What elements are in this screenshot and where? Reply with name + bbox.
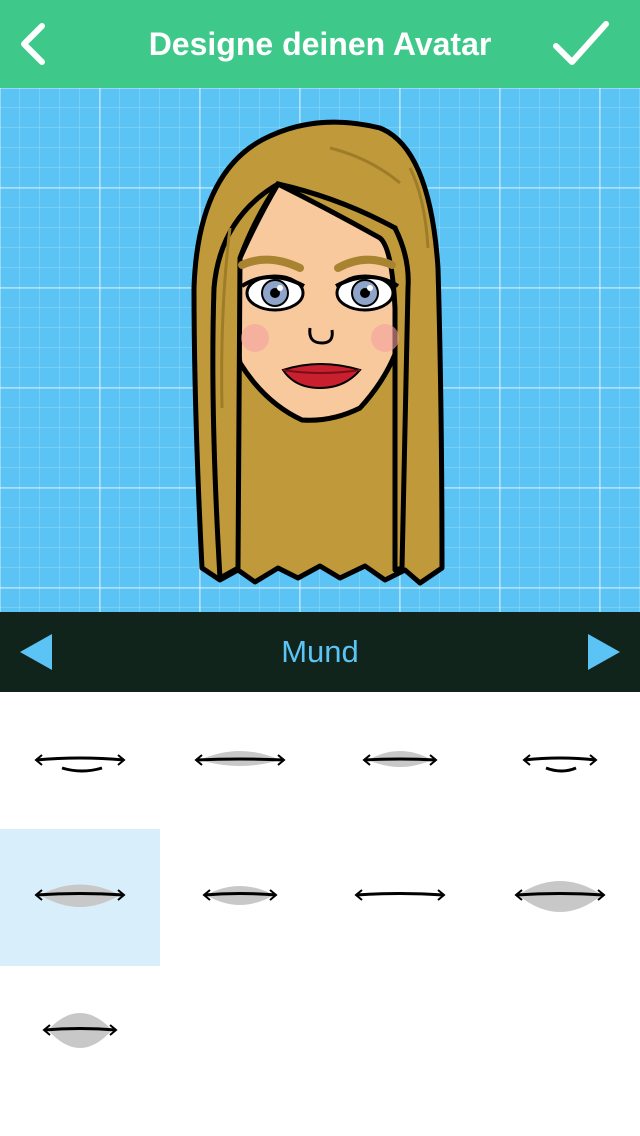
mouth-option-3[interactable] [320,692,480,829]
mouth-option-2[interactable] [160,692,320,829]
triangle-right-icon [588,634,620,670]
category-bar: Mund [0,612,640,692]
header-bar: Designe deinen Avatar [0,0,640,88]
mouth-4-icon [522,754,598,773]
mouth-option-7[interactable] [320,829,480,966]
next-category-button[interactable] [586,632,622,672]
mouth-option-9[interactable] [0,966,160,1103]
mouth-7-icon [354,889,446,901]
mouth-5-icon [34,884,126,907]
mouth-option-1[interactable] [0,692,160,829]
done-button[interactable] [550,14,614,74]
avatar-image [191,119,445,586]
mouth-option-8[interactable] [480,829,640,966]
mouth-6-icon [202,886,278,905]
mouth-option-4[interactable] [480,692,640,829]
category-label: Mund [281,634,359,669]
checkmark-icon [553,21,609,65]
mouth-3-icon [362,751,438,767]
mouth-2-icon [194,751,286,766]
page-title: Designe deinen Avatar [148,26,492,62]
mouth-option-5[interactable] [0,829,160,966]
mouth-8-icon [514,881,606,912]
avatar-preview-area [0,88,640,612]
mouth-9-icon [42,1013,118,1048]
mouth-1-icon [34,754,126,773]
mouth-option-6[interactable] [160,829,320,966]
